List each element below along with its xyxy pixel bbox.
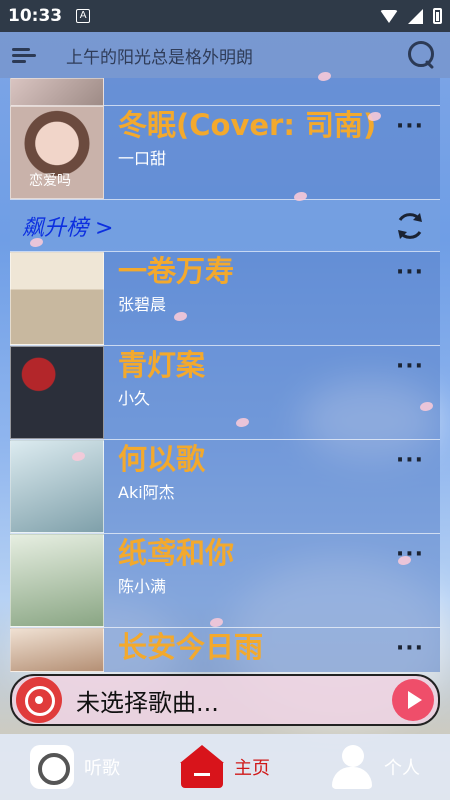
home-icon [180, 745, 224, 789]
song-title: 何以歌 [118, 442, 206, 476]
now-playing-label: 未选择歌曲... [76, 688, 219, 717]
play-button[interactable] [392, 679, 434, 721]
song-list: 恋爱吗 冬眠(Cover: 司南) 一口甜 ··· 飙升榜 > 一卷万寿 张碧晨… [10, 78, 440, 672]
more-options-icon[interactable]: ··· [396, 636, 424, 661]
person-icon [330, 745, 374, 789]
rising-chart-link[interactable]: 飙升榜 > [22, 210, 113, 242]
song-row-partial[interactable] [10, 78, 440, 106]
album-cover: 恋爱吗 [10, 106, 104, 199]
tab-label: 听歌 [84, 758, 120, 779]
song-artist: 张碧晨 [118, 295, 167, 314]
album-cover [10, 346, 104, 439]
more-options-icon[interactable]: ··· [396, 260, 424, 285]
more-options-icon[interactable]: ··· [396, 448, 424, 473]
song-artist: 小久 [118, 389, 151, 408]
menu-icon[interactable] [12, 45, 38, 65]
song-row[interactable]: 纸鸢和你 陈小满 ··· [10, 534, 440, 628]
mini-player[interactable]: 未选择歌曲... [10, 674, 440, 726]
signal-icon [408, 8, 423, 24]
wifi-icon [380, 9, 398, 23]
disc-icon[interactable] [16, 677, 62, 723]
album-cover [10, 440, 104, 533]
song-row[interactable]: 青灯案 小久 ··· [10, 346, 440, 440]
tab-profile[interactable]: 个人 [300, 745, 450, 789]
song-row[interactable]: 一卷万寿 张碧晨 ··· [10, 252, 440, 346]
song-row[interactable]: 长安今日雨 ··· [10, 628, 440, 672]
search-icon[interactable] [406, 39, 438, 71]
song-title: 冬眠(Cover: 司南) [118, 108, 377, 142]
album-cover [10, 628, 104, 672]
more-options-icon[interactable]: ··· [396, 354, 424, 379]
status-time: 10:33 [8, 6, 63, 26]
rising-chart-header[interactable]: 飙升榜 > [10, 200, 440, 252]
album-cover [10, 252, 104, 345]
song-title: 纸鸢和你 [118, 536, 235, 570]
refresh-icon[interactable] [392, 208, 428, 244]
music-app-icon [30, 745, 74, 789]
song-title: 青灯案 [118, 348, 206, 382]
tab-home[interactable]: 主页 [150, 745, 300, 789]
song-artist: 一口甜 [118, 149, 167, 168]
more-options-icon[interactable]: ··· [396, 114, 424, 139]
tab-label: 主页 [234, 758, 270, 779]
notification-icon: A [76, 9, 91, 23]
battery-icon [433, 8, 442, 24]
song-title: 长安今日雨 [118, 630, 264, 664]
bottom-tab-bar: 听歌 主页 个人 [0, 734, 450, 800]
song-artist: Aki阿杰 [118, 483, 175, 502]
album-cover [10, 534, 104, 627]
album-cover [10, 78, 104, 106]
song-artist: 陈小满 [118, 577, 167, 596]
search-input[interactable]: 上午的阳光总是格外明朗 [66, 43, 253, 68]
status-bar: 10:33 A [0, 0, 450, 32]
tab-listen[interactable]: 听歌 [0, 745, 150, 789]
tab-label: 个人 [384, 758, 420, 779]
cover-caption: 恋爱吗 [29, 173, 71, 189]
song-title: 一卷万寿 [118, 254, 235, 288]
search-bar[interactable]: 上午的阳光总是格外明朗 [0, 32, 450, 78]
